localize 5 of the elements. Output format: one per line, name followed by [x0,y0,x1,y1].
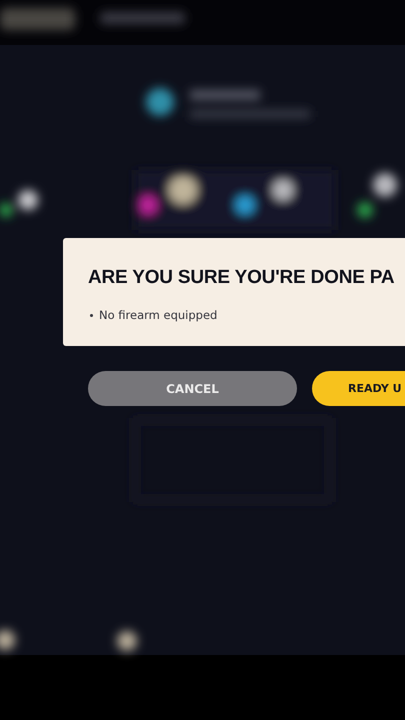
dialog-title: ARE YOU SURE YOU'RE DONE PA [88,266,396,290]
cancel-button[interactable]: CANCEL [88,371,297,406]
ready-button[interactable]: READY U [312,371,405,406]
warning-text: No firearm equipped [99,308,218,322]
bullet-icon [90,314,93,316]
